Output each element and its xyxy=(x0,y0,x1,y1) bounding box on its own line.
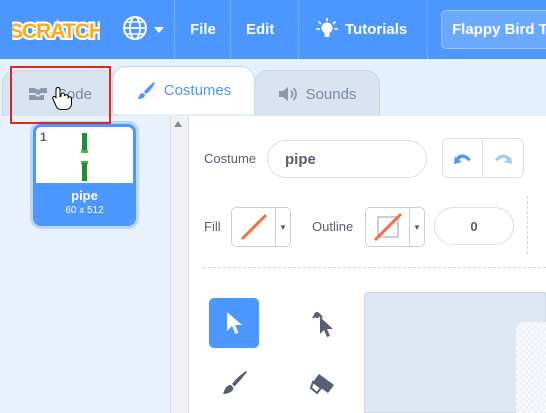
undo-redo-group xyxy=(442,138,524,178)
chevron-down-icon[interactable]: ▼ xyxy=(410,208,424,246)
fill-color-picker[interactable]: ▼ xyxy=(231,207,291,247)
reshape-tool-button[interactable] xyxy=(298,298,348,348)
costume-label: pipe 60 x 512 xyxy=(36,183,133,223)
menu-divider xyxy=(298,0,299,59)
lightbulb-icon xyxy=(316,17,338,42)
costume-number: 1 xyxy=(40,130,47,144)
costume-name-label: Costume xyxy=(204,151,257,166)
tutorials-label: Tutorials xyxy=(345,21,408,38)
tab-sounds-label: Sounds xyxy=(305,85,357,103)
reshape-icon xyxy=(308,308,338,338)
speaker-icon xyxy=(278,86,298,102)
outline-swatch[interactable] xyxy=(366,208,410,246)
language-menu[interactable] xyxy=(122,13,172,47)
toolbar-divider xyxy=(527,196,528,254)
project-title-input[interactable]: Flappy Bird T xyxy=(441,10,546,49)
costume-list-scrollbar[interactable] xyxy=(170,116,186,413)
costume-thumbnail xyxy=(80,133,90,186)
menu-divider xyxy=(230,0,231,59)
tutorials-button[interactable]: Tutorials xyxy=(316,0,407,59)
canvas-costume-area xyxy=(516,322,546,413)
arrow-cursor-icon xyxy=(224,310,244,336)
edit-menu[interactable]: Edit xyxy=(246,0,274,59)
hand-cursor-icon xyxy=(52,86,72,115)
outline-color-picker[interactable]: ▼ xyxy=(365,207,425,247)
scratch-logo[interactable]: SCRATCH xyxy=(7,12,106,46)
undo-icon xyxy=(453,151,473,165)
tab-costumes-label: Costumes xyxy=(163,82,232,99)
chevron-down-icon[interactable]: ▼ xyxy=(276,208,290,246)
fill-label: Fill xyxy=(204,219,221,234)
globe-icon xyxy=(122,15,148,46)
costume-size: 60 x 512 xyxy=(65,205,104,216)
tab-costumes[interactable]: Costumes xyxy=(112,66,255,114)
undo-button[interactable] xyxy=(443,139,484,177)
redo-icon xyxy=(493,151,513,165)
file-menu[interactable]: File xyxy=(190,0,216,59)
tab-sounds[interactable]: Sounds xyxy=(254,70,380,117)
chevron-down-icon xyxy=(154,21,164,39)
costume-name: pipe xyxy=(71,188,98,203)
outline-width-input[interactable]: 0 xyxy=(434,207,514,245)
eraser-icon xyxy=(309,371,337,395)
brush-tool-button[interactable] xyxy=(209,358,259,408)
outline-label: Outline xyxy=(312,219,354,234)
menu-divider xyxy=(427,0,428,59)
eraser-tool-button[interactable] xyxy=(298,358,348,408)
redo-button[interactable] xyxy=(483,139,523,177)
scroll-up-arrow-icon[interactable] xyxy=(174,121,182,127)
menu-bar: SCRATCH File Edit Tutorials Flappy Bird … xyxy=(0,0,546,59)
brush-icon xyxy=(220,369,248,397)
select-tool-button[interactable] xyxy=(209,298,259,348)
costume-name-input[interactable]: pipe xyxy=(267,140,427,178)
fill-swatch[interactable] xyxy=(232,208,276,246)
svg-text:SCRATCH: SCRATCH xyxy=(12,20,100,43)
toolbar-divider xyxy=(203,267,546,268)
menu-divider xyxy=(174,0,175,59)
brush-icon xyxy=(136,81,156,101)
costume-item[interactable]: 1 pipe 60 x 512 xyxy=(33,124,136,226)
